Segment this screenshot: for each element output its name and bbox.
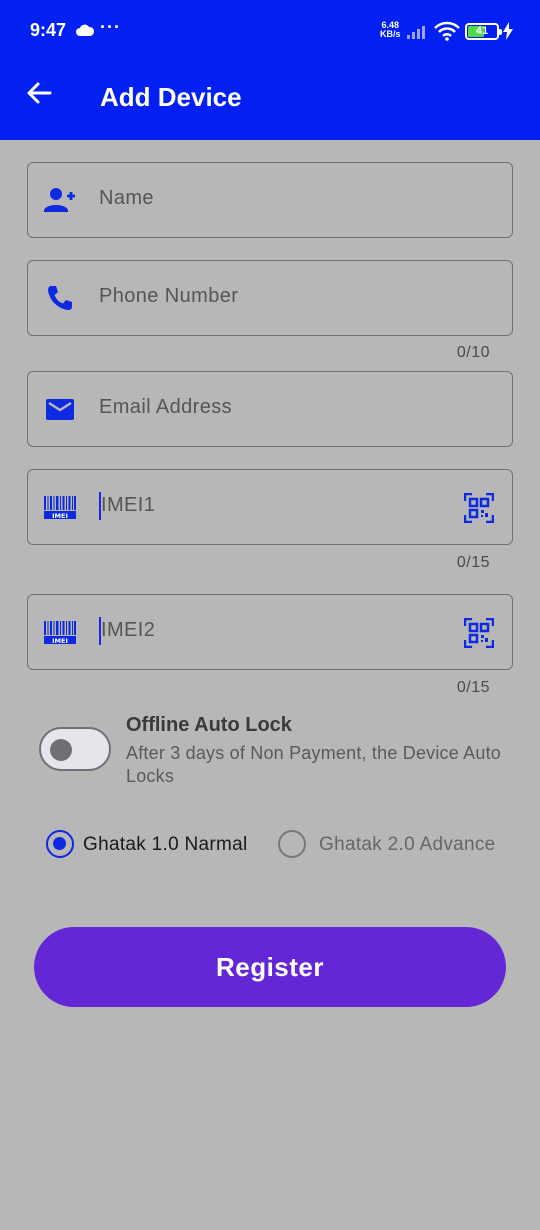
barcode-icon: IMEI bbox=[44, 496, 76, 520]
radio-ghatak-1[interactable] bbox=[46, 830, 74, 858]
signal-icon bbox=[407, 26, 425, 39]
cloud-icon bbox=[76, 24, 95, 36]
register-button[interactable]: Register bbox=[34, 927, 506, 1007]
svg-text:IMEI: IMEI bbox=[52, 637, 68, 645]
phone-number-field[interactable]: Phone Number bbox=[27, 260, 513, 336]
imei2-placeholder: IMEI2 bbox=[101, 619, 156, 641]
imei1-field[interactable]: IMEI IMEI1 bbox=[27, 469, 513, 545]
radio-ghatak-2-label[interactable]: Ghatak 2.0 Advance bbox=[319, 834, 496, 856]
name-field[interactable]: Name bbox=[27, 162, 513, 238]
offline-auto-lock-description: After 3 days of Non Payment, the Device … bbox=[126, 743, 501, 786]
email-placeholder: Email Address bbox=[99, 396, 233, 418]
wifi-icon bbox=[434, 21, 460, 41]
qr-scan-icon[interactable] bbox=[464, 618, 494, 648]
offline-auto-lock-title: Offline Auto Lock bbox=[126, 714, 292, 736]
imei1-char-counter: 0/15 bbox=[456, 554, 490, 571]
radio-ghatak-1-label[interactable]: Ghatak 1.0 Narmal bbox=[83, 834, 248, 856]
imei2-char-counter: 0/15 bbox=[456, 679, 490, 696]
phone-icon bbox=[48, 286, 72, 310]
offline-auto-lock-toggle[interactable] bbox=[39, 727, 111, 771]
speed-unit: KB/s bbox=[380, 29, 401, 39]
back-arrow-icon[interactable] bbox=[22, 76, 56, 110]
barcode-icon: IMEI bbox=[44, 621, 76, 645]
svg-text:IMEI: IMEI bbox=[52, 512, 68, 520]
email-icon bbox=[46, 399, 74, 420]
imei1-placeholder: IMEI1 bbox=[101, 494, 156, 516]
charging-icon bbox=[503, 22, 513, 40]
status-time: 9:47 bbox=[30, 20, 67, 40]
network-speed: 6.48 KB/s bbox=[380, 21, 401, 39]
imei2-field[interactable]: IMEI IMEI2 bbox=[27, 594, 513, 670]
battery-icon: 41 bbox=[465, 23, 502, 40]
battery-level: 41 bbox=[475, 25, 489, 37]
page-title: Add Device bbox=[100, 82, 242, 112]
qr-scan-icon[interactable] bbox=[464, 493, 494, 523]
app-bar: Add Device bbox=[0, 62, 540, 140]
more-notifications-icon: ··· bbox=[100, 17, 121, 37]
phone-char-counter: 0/10 bbox=[456, 344, 490, 361]
phone-placeholder: Phone Number bbox=[99, 285, 239, 307]
email-field[interactable]: Email Address bbox=[27, 371, 513, 447]
status-bar: 9:47 ··· 6.48 KB/s 41 bbox=[0, 0, 540, 62]
name-placeholder: Name bbox=[99, 187, 154, 209]
add-person-icon bbox=[44, 188, 75, 212]
toggle-knob bbox=[50, 739, 72, 761]
radio-ghatak-2[interactable] bbox=[278, 830, 306, 858]
